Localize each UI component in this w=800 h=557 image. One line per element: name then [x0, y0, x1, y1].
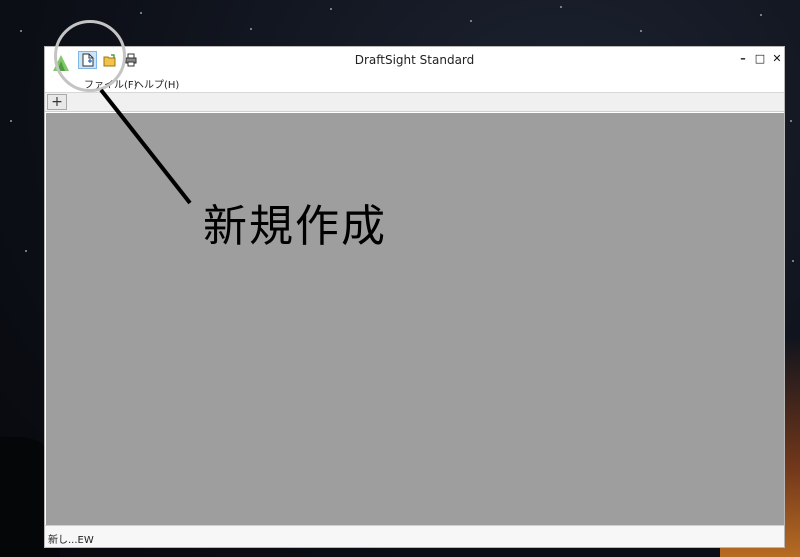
add-tab-button[interactable]: + [47, 94, 67, 110]
drawing-workspace[interactable] [46, 113, 784, 526]
status-bar: 新し...EW [45, 525, 784, 547]
title-bar: DraftSight Standard – □ ✕ [45, 47, 784, 73]
app-window: DraftSight Standard – □ ✕ ファイル(F) ヘルプ(H)… [44, 46, 785, 548]
maximize-button[interactable]: □ [752, 51, 768, 67]
minimize-button[interactable]: – [735, 51, 751, 67]
menu-help[interactable]: ヘルプ(H) [134, 76, 179, 91]
menu-bar: ファイル(F) ヘルプ(H) [45, 74, 784, 92]
callout-circle [54, 20, 126, 92]
document-tab-strip: + [45, 92, 784, 112]
window-title: DraftSight Standard [354, 53, 475, 67]
close-button[interactable]: ✕ [769, 51, 785, 67]
status-text: 新し...EW [48, 535, 94, 546]
callout-label: 新規作成 [203, 201, 387, 252]
